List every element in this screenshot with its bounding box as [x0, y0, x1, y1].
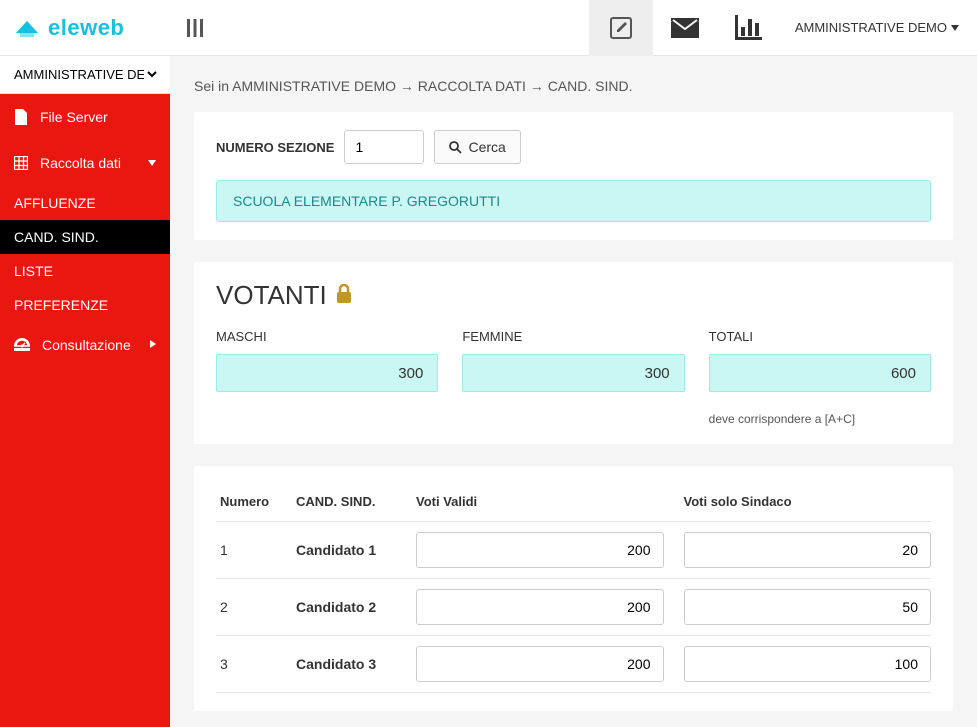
edit-icon	[608, 15, 634, 41]
project-select-input[interactable]: AMMINISTRATIVE DEMO	[10, 66, 160, 83]
chart-nav-button[interactable]	[717, 0, 781, 56]
totali-hint: deve corrispondere a [A+C]	[709, 412, 931, 426]
grid-icon	[14, 156, 28, 170]
table-row: 2 Candidato 2	[216, 579, 931, 636]
dashboard-icon	[14, 338, 30, 352]
col-sind: Voti solo Sindaco	[684, 494, 932, 509]
sidebar-item-label: Raccolta dati	[40, 155, 121, 171]
sidebar-item-consultazione[interactable]: Consultazione	[0, 322, 170, 368]
section-number-label: NUMERO SEZIONE	[216, 140, 334, 155]
maschi-label: MASCHI	[216, 329, 438, 344]
sidebar: AMMINISTRATIVE DEMO File Server Raccolta…	[0, 56, 170, 727]
sidebar-project-select[interactable]: AMMINISTRATIVE DEMO	[0, 56, 170, 94]
sidebar-sub-affluenze[interactable]: AFFLUENZE	[0, 186, 170, 220]
menu-icon	[185, 19, 205, 37]
votanti-title: VOTANTI	[216, 280, 931, 311]
chevron-right-icon	[150, 339, 156, 351]
voti-validi-input[interactable]	[416, 589, 664, 625]
user-label: AMMINISTRATIVE DEMO	[795, 20, 947, 35]
col-voti: Voti Validi	[416, 494, 684, 509]
main-content: Sei in AMMINISTRATIVE DEMO → RACCOLTA DA…	[170, 56, 977, 727]
chevron-down-icon	[148, 157, 156, 169]
breadcrumb: Sei in AMMINISTRATIVE DEMO → RACCOLTA DA…	[194, 78, 953, 94]
file-icon	[14, 109, 28, 125]
table-row: 3 Candidato 3	[216, 636, 931, 693]
logo-icon	[14, 17, 40, 39]
sidebar-sub-preferenze[interactable]: PREFERENZE	[0, 288, 170, 322]
sidebar-item-label: File Server	[40, 109, 108, 125]
sidebar-item-file-server[interactable]: File Server	[0, 94, 170, 140]
voti-validi-input[interactable]	[416, 532, 664, 568]
menu-toggle-button[interactable]	[170, 0, 220, 56]
voti-sindaco-input[interactable]	[684, 589, 932, 625]
table-row: 1 Candidato 1	[216, 522, 931, 579]
votanti-panel: VOTANTI MASCHI 300 FEMMINE 300	[194, 262, 953, 444]
col-cand: CAND. SIND.	[296, 494, 416, 509]
cand-table-header: Numero CAND. SIND. Voti Validi Voti solo…	[216, 484, 931, 522]
mail-icon	[670, 17, 700, 39]
sidebar-sub-label: LISTE	[14, 263, 53, 279]
sidebar-item-raccolta-dati[interactable]: Raccolta dati	[0, 140, 170, 186]
edit-nav-button[interactable]	[589, 0, 653, 56]
candidates-panel: Numero CAND. SIND. Voti Validi Voti solo…	[194, 466, 953, 711]
row-number: 2	[216, 599, 296, 615]
voti-validi-input[interactable]	[416, 646, 664, 682]
sidebar-sub-cand-sind[interactable]: CAND. SIND.	[0, 220, 170, 254]
sidebar-item-label: Consultazione	[42, 337, 131, 353]
row-number: 1	[216, 542, 296, 558]
lock-icon	[335, 280, 353, 311]
totali-label: TOTALI	[709, 329, 931, 344]
mail-nav-button[interactable]	[653, 0, 717, 56]
row-cand-name: Candidato 1	[296, 542, 416, 558]
logo-text: eleweb	[48, 15, 124, 41]
col-numero: Numero	[216, 494, 296, 509]
voti-sindaco-input[interactable]	[684, 532, 932, 568]
femmine-label: FEMMINE	[462, 329, 684, 344]
topbar: eleweb AMMI	[0, 0, 977, 56]
sidebar-sub-label: AFFLUENZE	[14, 195, 96, 211]
section-name-banner: SCUOLA ELEMENTARE P. GREGORUTTI	[216, 180, 931, 222]
search-icon	[449, 141, 462, 154]
voti-sindaco-input[interactable]	[684, 646, 932, 682]
user-menu[interactable]: AMMINISTRATIVE DEMO	[781, 0, 977, 56]
bar-chart-icon	[735, 15, 763, 41]
search-panel: NUMERO SEZIONE Cerca SCUOLA ELEMENTARE P…	[194, 112, 953, 240]
section-number-input[interactable]	[344, 130, 424, 164]
row-cand-name: Candidato 2	[296, 599, 416, 615]
caret-down-icon	[951, 25, 959, 31]
femmine-value: 300	[462, 354, 684, 392]
row-number: 3	[216, 656, 296, 672]
search-button[interactable]: Cerca	[434, 130, 520, 164]
sidebar-sub-liste[interactable]: LISTE	[0, 254, 170, 288]
maschi-value: 300	[216, 354, 438, 392]
sidebar-sub-label: CAND. SIND.	[14, 229, 99, 245]
sidebar-sub-label: PREFERENZE	[14, 297, 108, 313]
row-cand-name: Candidato 3	[296, 656, 416, 672]
logo[interactable]: eleweb	[0, 15, 170, 41]
totali-value: 600	[709, 354, 931, 392]
